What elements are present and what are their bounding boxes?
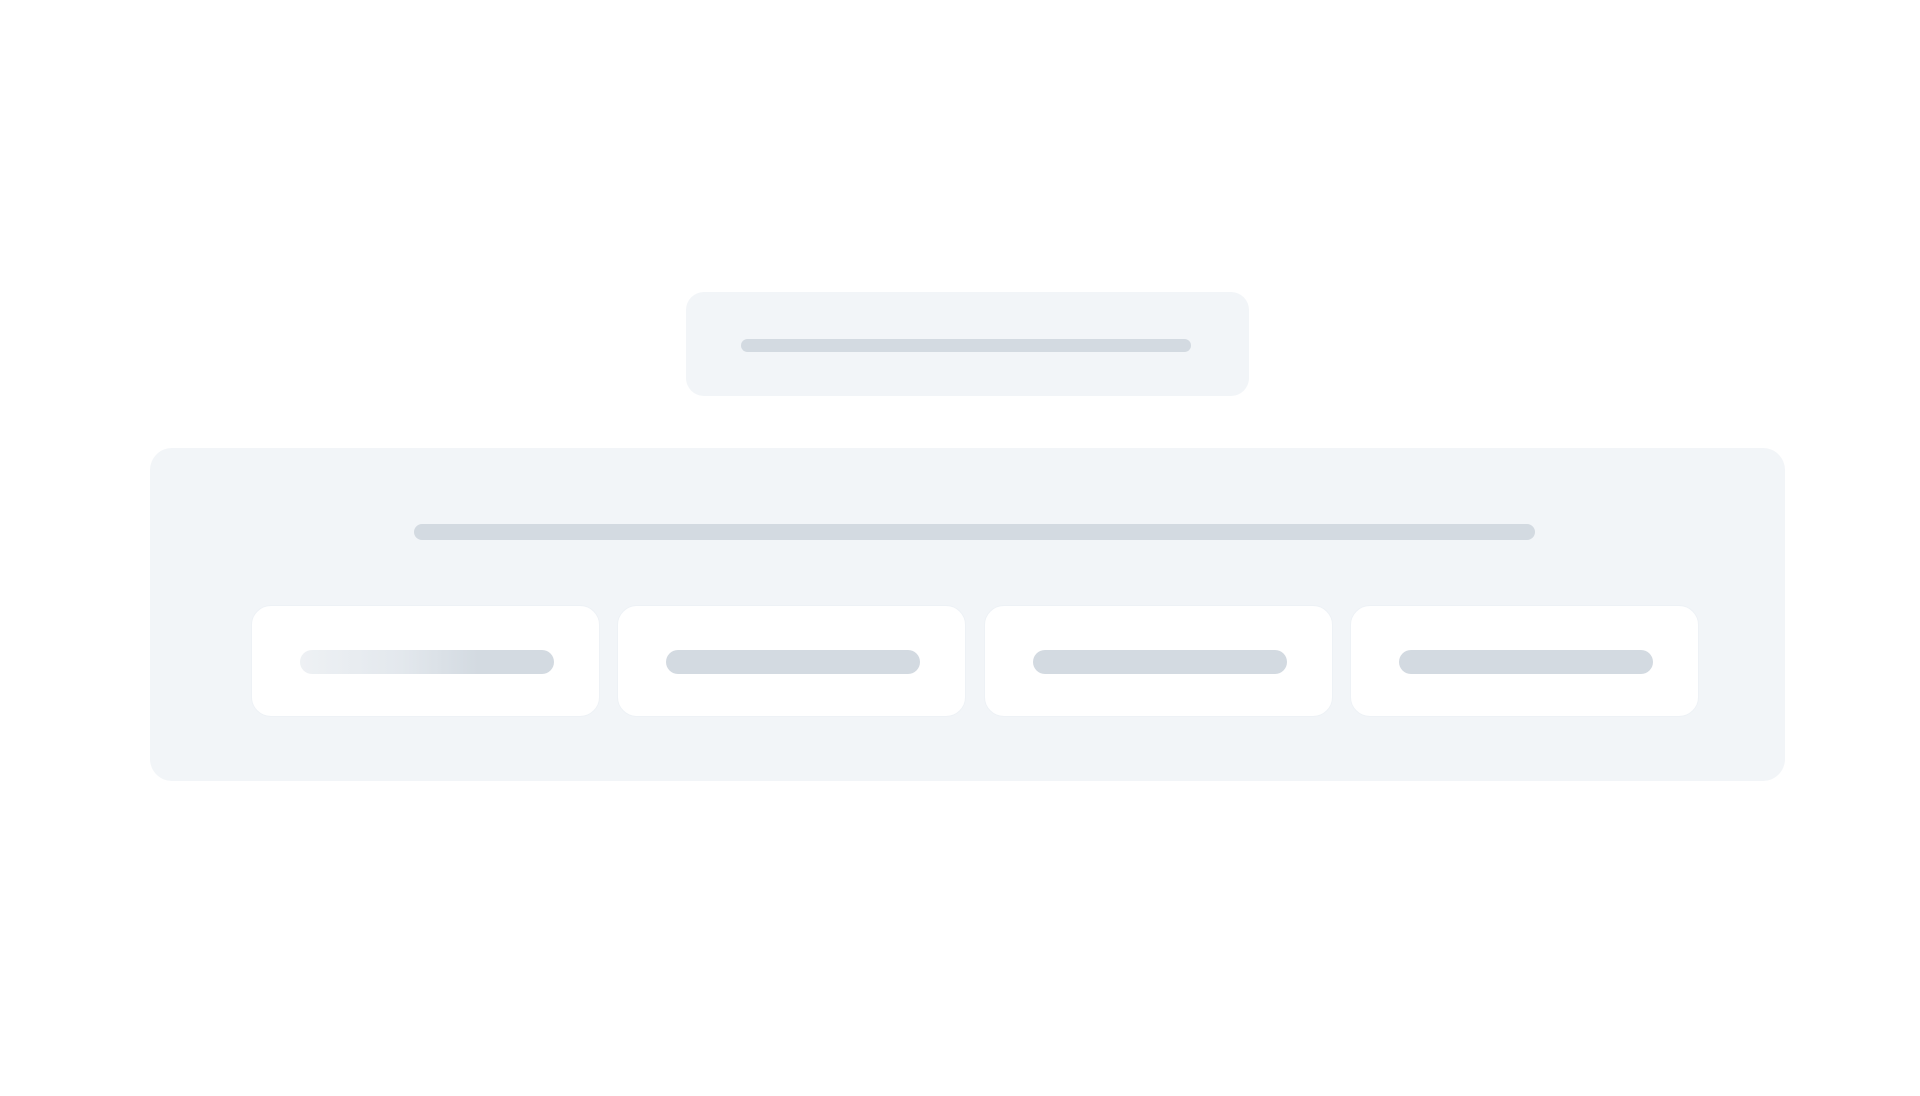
main-skeleton-panel [150,448,1785,781]
skeleton-cards-row [251,605,1699,717]
loading-page [0,0,1920,1096]
card-label-placeholder [1399,650,1653,674]
header-skeleton-card [686,292,1249,396]
subtitle-placeholder [414,524,1535,540]
title-placeholder [741,339,1191,352]
card-label-placeholder [300,650,554,674]
card-label-placeholder [1033,650,1287,674]
skeleton-card [617,605,966,717]
skeleton-card [251,605,600,717]
card-label-placeholder [666,650,920,674]
skeleton-card [1350,605,1699,717]
skeleton-card [984,605,1333,717]
